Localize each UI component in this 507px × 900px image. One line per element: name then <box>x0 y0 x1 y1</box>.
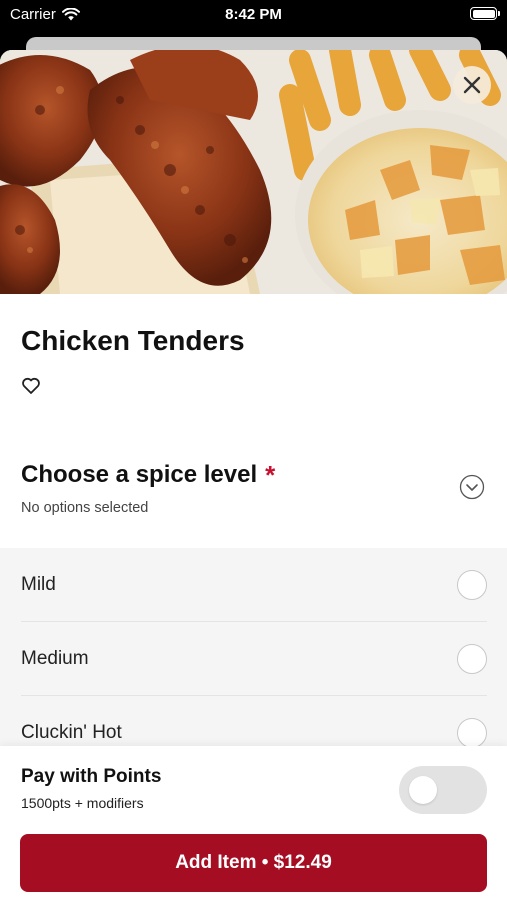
status-time: 8:42 PM <box>225 6 282 23</box>
spice-section-header: Choose a spice level * No options selecte… <box>21 460 275 516</box>
spice-selection-status: No options selected <box>21 500 149 516</box>
collapse-section-button[interactable] <box>459 474 485 500</box>
toggle-knob <box>409 776 437 804</box>
favorite-button[interactable] <box>21 376 41 396</box>
close-button[interactable] <box>453 66 491 104</box>
pay-with-points-title: Pay with Points <box>21 766 162 787</box>
option-label: Medium <box>21 648 89 669</box>
checkout-bar: Pay with Points 1500pts + modifiers Add … <box>0 746 507 900</box>
pay-with-points-subtitle: 1500pts + modifiers <box>21 795 144 811</box>
item-title: Chicken Tenders <box>21 325 245 356</box>
status-bar: Carrier 8:42 PM <box>0 0 507 30</box>
spice-section-title: Choose a spice level <box>21 461 258 488</box>
spice-option-mild[interactable]: Mild <box>0 548 507 622</box>
heart-icon <box>22 377 40 394</box>
food-photo <box>0 50 507 294</box>
battery-icon <box>470 7 500 20</box>
pay-with-points-toggle[interactable] <box>399 766 487 814</box>
option-label: Cluckin' Hot <box>21 722 122 743</box>
option-label: Mild <box>21 574 56 595</box>
required-mark: * <box>265 460 276 490</box>
radio-button[interactable] <box>457 570 487 600</box>
item-detail-sheet: Chicken Tenders Choose a spice level * No… <box>0 50 507 900</box>
add-item-button[interactable]: Add Item • $12.49 <box>20 834 487 892</box>
spice-option-medium[interactable]: Medium <box>0 622 507 696</box>
chevron-down-icon <box>459 474 485 500</box>
radio-button[interactable] <box>457 718 487 748</box>
close-icon <box>463 76 481 94</box>
radio-button[interactable] <box>457 644 487 674</box>
